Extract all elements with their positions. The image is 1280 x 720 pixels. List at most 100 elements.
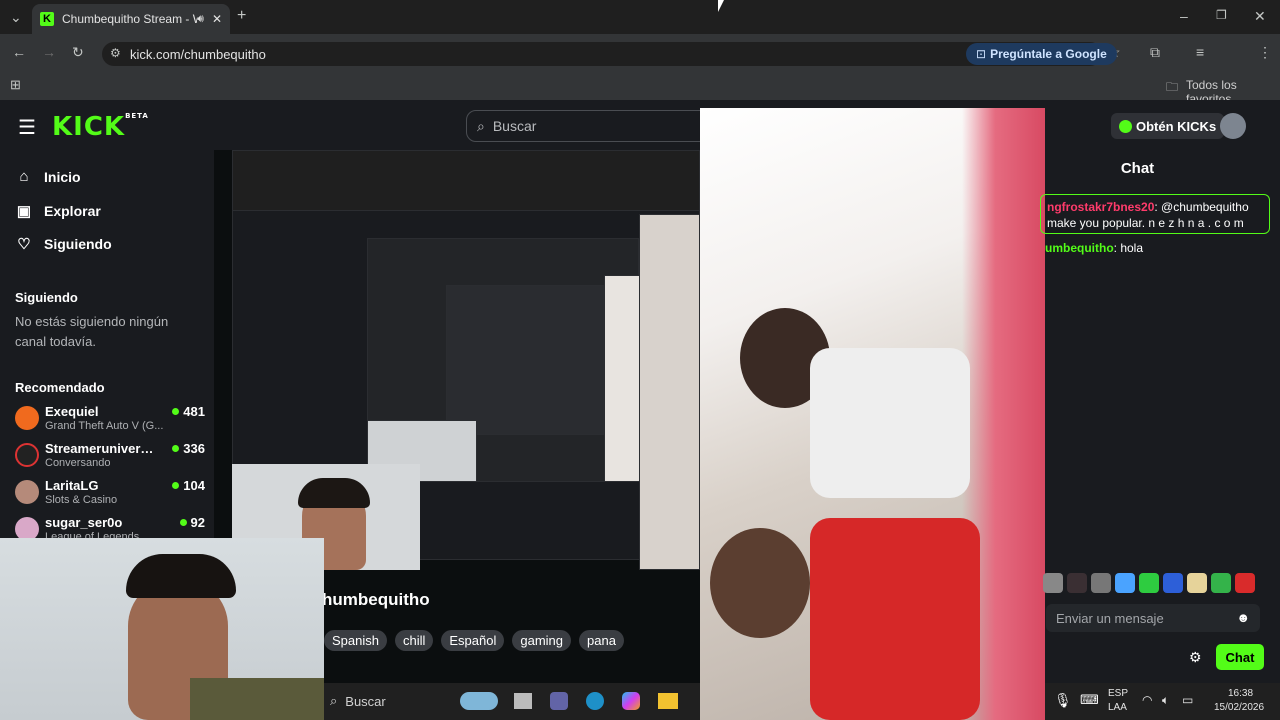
- nav-siguiendo[interactable]: ♡ Siguiendo: [16, 235, 112, 253]
- tab-search-icon[interactable]: ⌄: [10, 9, 22, 26]
- chat-title: Chat: [1120, 160, 1155, 177]
- system-tray: ESP LAA ◠ 🔈︎ ▭ 16:38 15/02/2026: [1050, 684, 1280, 720]
- apps-grid-icon[interactable]: ⊞: [10, 77, 21, 93]
- get-kicks-label: Obtén KICKs: [1136, 118, 1217, 134]
- mouse-cursor-icon: [718, 0, 724, 12]
- nav-inicio[interactable]: ⌂ Inicio: [16, 168, 81, 185]
- emote-icon[interactable]: [1043, 573, 1063, 593]
- nested-photo-2: [604, 275, 640, 482]
- forward-icon[interactable]: →: [42, 44, 56, 60]
- person-head-2: [710, 528, 810, 638]
- clock-time[interactable]: 16:38: [1228, 688, 1253, 699]
- ask-google-button[interactable]: ⊡ Pregúntale a Google: [966, 43, 1117, 65]
- chat-input-placeholder: Enviar un mensaje: [1056, 610, 1164, 626]
- close-tab-icon[interactable]: ✕: [212, 12, 222, 26]
- channel-avatar: [15, 517, 39, 540]
- new-tab-icon[interactable]: +: [237, 7, 246, 25]
- hair-shape: [298, 478, 370, 508]
- chat-text: @chumbequitho: [1161, 200, 1249, 214]
- chat-message: umbequitho: hola: [1045, 241, 1144, 255]
- webcam-overlay: [0, 538, 324, 720]
- chat-send-button[interactable]: Chat: [1216, 644, 1264, 670]
- viewer-number: 104: [183, 478, 205, 493]
- minimize-icon[interactable]: –: [1180, 8, 1188, 24]
- nav-label: Inicio: [44, 168, 81, 185]
- nav-explorar[interactable]: ▣ Explorar: [16, 202, 101, 220]
- file-explorer-icon[interactable]: [658, 693, 678, 709]
- tag[interactable]: Spanish: [324, 630, 387, 651]
- emote-icon[interactable]: [1211, 573, 1231, 593]
- battery-icon[interactable]: ▭: [1182, 693, 1193, 707]
- emote-icon[interactable]: [1091, 573, 1111, 593]
- browser-tab-bar: ⌄ K Chumbequitho Stream - W 🔊︎ ✕ + – ❐ ✕: [0, 0, 1280, 34]
- chat-input[interactable]: Enviar un mensaje ☻: [1046, 604, 1260, 632]
- live-dot-icon: [179, 519, 187, 526]
- teams-icon[interactable]: [550, 692, 568, 710]
- home-icon: ⌂: [19, 168, 29, 185]
- audio-icon[interactable]: 🔊︎: [197, 13, 204, 26]
- search-input[interactable]: ⌕ Buscar: [466, 110, 716, 142]
- emote-icon[interactable]: [1115, 573, 1135, 593]
- copilot-icon[interactable]: [622, 692, 640, 710]
- media-icon[interactable]: ≡: [1196, 44, 1204, 60]
- input-language-bottom[interactable]: LAA: [1108, 702, 1127, 713]
- emote-icon[interactable]: [1187, 573, 1207, 593]
- close-window-icon[interactable]: ✕: [1254, 8, 1266, 25]
- emoji-icon[interactable]: ☻: [1236, 610, 1250, 625]
- nested-capture-3: [446, 285, 604, 435]
- camera-photo: [700, 108, 1045, 720]
- tag[interactable]: pana: [579, 630, 624, 651]
- user-avatar[interactable]: [1220, 113, 1246, 139]
- emote-icon[interactable]: [1235, 573, 1255, 593]
- channel-item[interactable]: Exequiel Grand Theft Auto V (G... 481: [15, 404, 205, 436]
- search-placeholder: Buscar: [492, 118, 537, 134]
- channel-name: LaritaLG: [45, 478, 99, 493]
- white-shirt: [810, 348, 970, 498]
- url-field[interactable]: ⚙ kick.com/chumbequitho: [102, 42, 1102, 66]
- extensions-icon[interactable]: ⧉: [1150, 44, 1160, 61]
- emote-icon[interactable]: [1163, 573, 1183, 593]
- nav-label: Siguiendo: [44, 236, 112, 252]
- task-view-icon[interactable]: [514, 693, 532, 709]
- chat-username[interactable]: umbequitho: [1045, 241, 1114, 255]
- input-language-top[interactable]: ESP: [1108, 688, 1128, 699]
- channel-item[interactable]: sugar_ser0o League of Legends 92: [15, 515, 205, 540]
- back-icon[interactable]: ←: [12, 44, 26, 60]
- maximize-icon[interactable]: ❐: [1216, 8, 1227, 22]
- chat-text: hola: [1120, 241, 1144, 255]
- volume-icon[interactable]: 🔈︎: [1162, 693, 1169, 708]
- tag-list: Spanish chill Español gaming pana: [324, 630, 624, 651]
- site-info-icon[interactable]: ⚙: [110, 46, 121, 60]
- search-highlight-icon: [460, 692, 498, 710]
- hamburger-menu-icon[interactable]: ☰: [18, 115, 36, 140]
- browser-tab[interactable]: K Chumbequitho Stream - W 🔊︎ ✕: [32, 4, 230, 34]
- red-shirt: [810, 518, 980, 720]
- emote-icon[interactable]: [1139, 573, 1159, 593]
- search-icon: ⌕: [477, 117, 485, 134]
- channel-item[interactable]: LaritaLG Slots & Casino 104: [15, 478, 205, 510]
- pinned-message: ngfrostakr7bnes20: @chumbequitho make yo…: [1040, 194, 1270, 234]
- tag[interactable]: gaming: [512, 630, 572, 651]
- sidebar: ⌂ Inicio ▣ Explorar ♡ Siguiendo Siguiend…: [0, 150, 214, 540]
- emote-icon[interactable]: [1067, 573, 1087, 593]
- clock-date[interactable]: 15/02/2026: [1214, 702, 1264, 713]
- channel-game: Slots & Casino: [45, 494, 118, 506]
- kick-logo[interactable]: KICKBETA: [52, 112, 149, 142]
- get-kicks-button[interactable]: Obtén KICKs: [1111, 113, 1225, 139]
- hair-shape: [126, 554, 236, 598]
- menu-kebab-icon[interactable]: ⋮: [1258, 44, 1272, 61]
- chat-text: make you popular. n e z h n a . c o m: [1047, 216, 1244, 230]
- chat-username[interactable]: ngfrostakr7bnes20: [1047, 200, 1154, 214]
- live-dot-icon: [172, 408, 180, 415]
- chat-settings-gear-icon[interactable]: ⚙: [1189, 649, 1202, 666]
- wifi-icon[interactable]: ◠: [1142, 693, 1152, 707]
- channel-item[interactable]: Streameruniversit... Conversando 336: [15, 441, 205, 473]
- tag[interactable]: chill: [394, 630, 434, 651]
- nav-label: Explorar: [44, 203, 101, 219]
- following-heading: Siguiendo: [15, 290, 78, 305]
- taskbar-search[interactable]: ⌕ Buscar: [324, 690, 504, 712]
- edge-icon[interactable]: [586, 692, 604, 710]
- recommended-heading: Recomendado: [15, 380, 105, 395]
- tag[interactable]: Español: [441, 630, 505, 651]
- reload-icon[interactable]: ↻: [72, 44, 84, 61]
